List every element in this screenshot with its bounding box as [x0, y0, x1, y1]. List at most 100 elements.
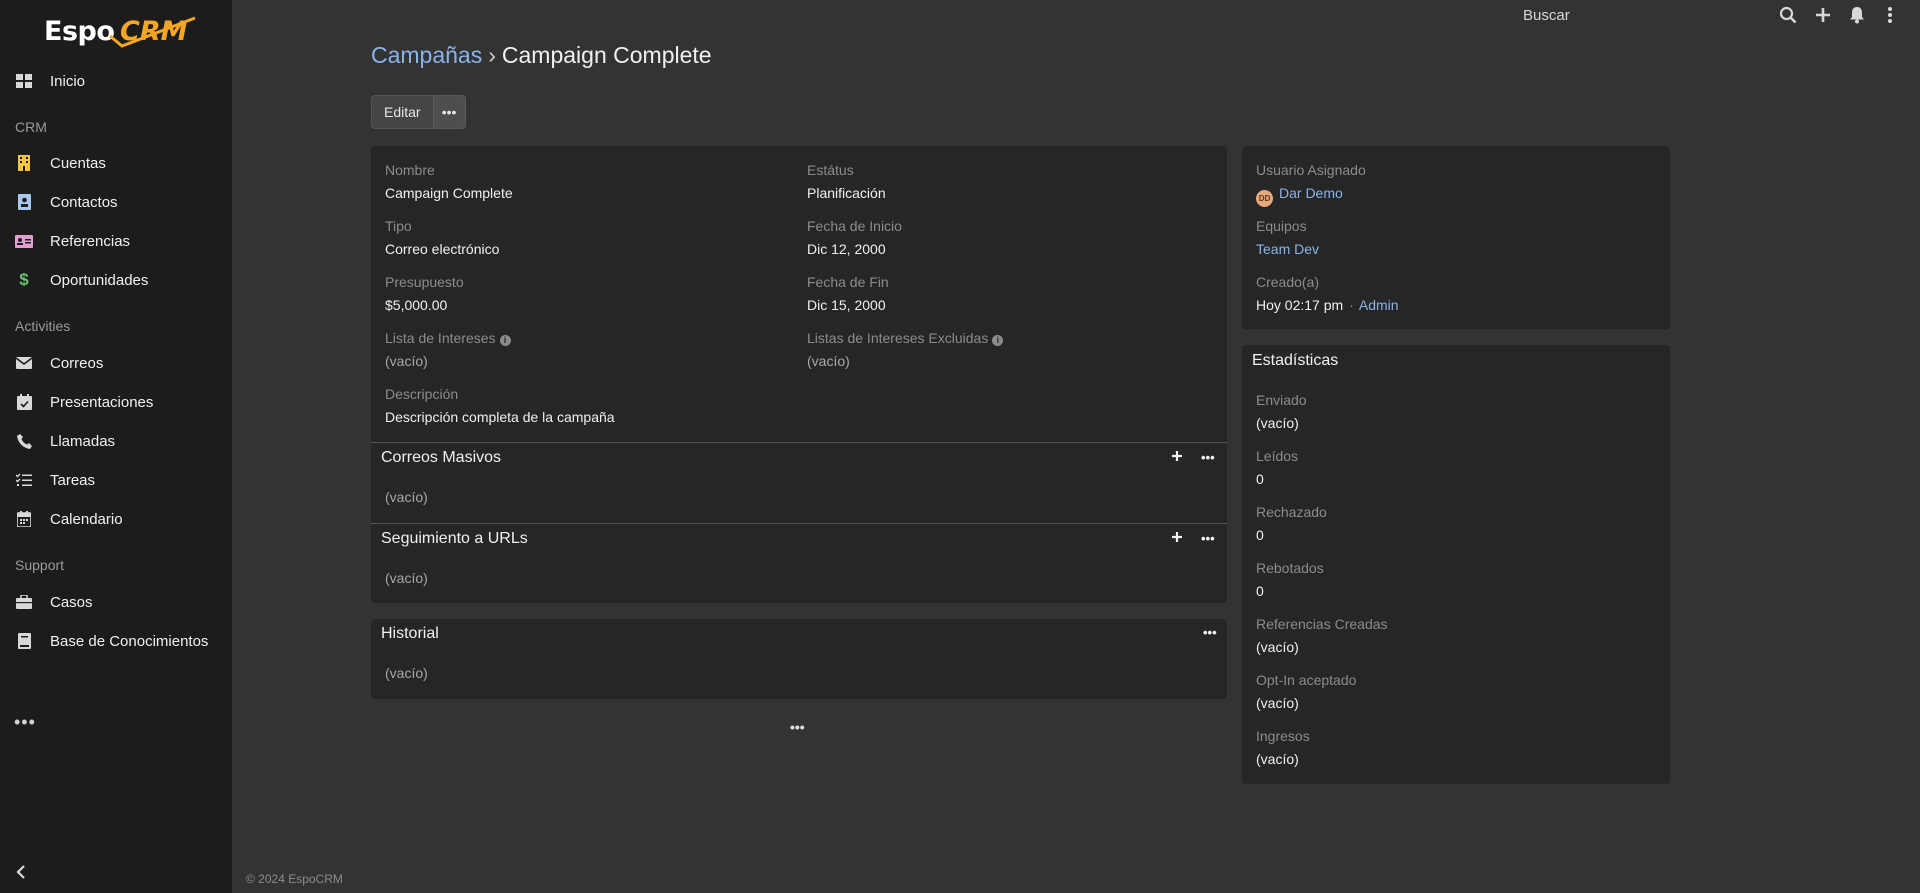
show-more-panels-button[interactable]: •••: [790, 719, 805, 735]
more-actions-button[interactable]: •••: [432, 95, 466, 129]
field-label-fecha-fin: Fecha de Fin: [807, 274, 889, 290]
sidebar-item-casos[interactable]: Casos: [0, 585, 232, 619]
divider: [371, 523, 1227, 524]
sidebar-item-label: Casos: [50, 593, 93, 611]
sidebar-item-base-conocimientos[interactable]: Base de Conocimientos: [0, 624, 232, 658]
tasks-icon: [14, 470, 34, 490]
sidebar-item-label: Base de Conocimientos: [50, 632, 209, 650]
team-link[interactable]: Team Dev: [1256, 241, 1319, 257]
sidebar-item-cuentas[interactable]: Cuentas: [0, 146, 232, 180]
sidebar-item-label: Inicio: [50, 72, 86, 90]
avatar: DD: [1256, 190, 1273, 207]
stat-value-enviado: (vacío): [1256, 415, 1299, 431]
breadcrumb-separator: ›: [488, 42, 496, 68]
calendar-check-icon: [14, 392, 34, 412]
field-label-equipos: Equipos: [1256, 218, 1307, 234]
info-icon[interactable]: i: [499, 335, 511, 346]
historial-empty: (vacío): [385, 665, 428, 681]
plus-icon[interactable]: [1815, 6, 1831, 27]
sidebar-item-calendario[interactable]: Calendario: [0, 502, 232, 536]
field-label-listas-excluidas: Listas de Intereses Excluidas i: [807, 330, 1004, 346]
field-value-tipo: Correo electrónico: [385, 241, 500, 257]
panel-title-correos-masivos: Correos Masivos: [381, 449, 502, 466]
sidebar-more-button[interactable]: •••: [14, 712, 36, 733]
copyright: © 2024 EspoCRM: [246, 872, 343, 886]
sidebar-item-inicio[interactable]: Inicio: [0, 64, 232, 98]
stat-label-rebotados: Rebotados: [1256, 560, 1324, 576]
add-icon[interactable]: [1171, 530, 1183, 546]
divider: [371, 442, 1227, 443]
stat-value-referencias-creadas: (vacío): [1256, 639, 1299, 655]
espocrm-logo[interactable]: Espo CRM: [44, 14, 204, 50]
correos-masivos-empty: (vacío): [385, 489, 428, 505]
field-label-text: Listas de Intereses Excluidas: [807, 330, 989, 346]
panel-actions: •••: [1171, 530, 1215, 546]
sidebar-item-label: Tareas: [50, 471, 96, 489]
field-value-listas-excluidas: (vacío): [807, 353, 850, 369]
collapse-sidebar-icon[interactable]: [16, 864, 26, 883]
field-value-presupuesto: $5,000.00: [385, 297, 448, 313]
logo-swoosh-icon: [109, 16, 196, 48]
historial-panel: Historial ••• (vacío): [371, 619, 1227, 699]
stat-value-leidos: 0: [1256, 471, 1264, 487]
stat-label-ingresos: Ingresos: [1256, 728, 1310, 744]
field-value-descripcion: Descripción completa de la campaña: [385, 409, 615, 425]
building-icon: [14, 153, 34, 173]
nav-group-activities: Activities: [15, 318, 71, 334]
stat-label-leidos: Leídos: [1256, 448, 1299, 464]
sidebar-item-label: Referencias: [50, 232, 131, 250]
bell-icon[interactable]: [1849, 6, 1865, 27]
stats-panel: Estadísticas Enviado (vacío) Leídos 0 Re…: [1242, 345, 1670, 784]
field-label-estatus: Estátus: [807, 162, 854, 178]
sidebar-item-referencias[interactable]: Referencias: [0, 224, 232, 258]
page-title: Campaign Complete: [501, 42, 712, 68]
breadcrumb: Campañas › Campaign Complete: [371, 42, 712, 69]
field-value-fecha-inicio: Dic 12, 2000: [807, 241, 886, 257]
stat-value-rebotados: 0: [1256, 583, 1264, 599]
sidebar-item-label: Llamadas: [50, 432, 116, 450]
assigned-user-link[interactable]: Dar Demo: [1279, 185, 1343, 201]
field-label-creado: Creado(a): [1256, 274, 1320, 290]
add-icon[interactable]: [1171, 449, 1183, 465]
envelope-icon: [14, 353, 34, 373]
stat-label-referencias-creadas: Referencias Creadas: [1256, 616, 1388, 632]
briefcase-icon: [14, 592, 34, 612]
sidebar-item-label: Calendario: [50, 510, 123, 528]
sidebar-item-oportunidades[interactable]: $ Oportunidades: [0, 263, 232, 297]
field-label-descripcion: Descripción: [385, 386, 459, 402]
nav-group-support: Support: [15, 557, 65, 573]
dollar-icon: $: [19, 270, 29, 289]
field-label-fecha-inicio: Fecha de Inicio: [807, 218, 902, 234]
created-by-link[interactable]: Admin: [1359, 297, 1399, 313]
nav-group-crm: CRM: [15, 119, 47, 135]
panel-menu-icon[interactable]: •••: [1201, 531, 1215, 546]
sidebar-item-llamadas[interactable]: Llamadas: [0, 424, 232, 458]
info-icon[interactable]: i: [992, 335, 1004, 346]
search-icon[interactable]: [1779, 6, 1797, 27]
stat-value-opt-in: (vacío): [1256, 695, 1299, 711]
kebab-menu-icon[interactable]: [1887, 6, 1893, 27]
field-value-fecha-fin: Dic 15, 2000: [807, 297, 886, 313]
panel-actions: •••: [1171, 449, 1215, 465]
field-label-presupuesto: Presupuesto: [385, 274, 464, 290]
panel-title-historial: Historial: [381, 625, 439, 642]
side-panel: Usuario Asignado DD Dar Demo Equipos Team…: [1242, 146, 1670, 329]
breadcrumb-campaigns-link[interactable]: Campañas: [371, 42, 482, 68]
stat-label-enviado: Enviado: [1256, 392, 1307, 408]
sidebar-item-label: Cuentas: [50, 154, 106, 172]
separator-dot: ·: [1349, 297, 1354, 313]
global-search-input[interactable]: Buscar: [1523, 7, 1570, 24]
field-label-text: Lista de Intereses: [385, 330, 496, 346]
sidebar-item-label: Contactos: [50, 193, 118, 211]
sidebar-item-tareas[interactable]: Tareas: [0, 463, 232, 497]
sidebar: Espo CRM Inicio CRM Cuentas Contactos Re…: [0, 0, 232, 893]
panel-menu-icon[interactable]: •••: [1203, 625, 1217, 640]
edit-button[interactable]: Editar: [371, 95, 433, 129]
sidebar-item-presentaciones[interactable]: Presentaciones: [0, 385, 232, 419]
contact-card-icon: [14, 192, 34, 212]
panel-menu-icon[interactable]: •••: [1201, 450, 1215, 465]
book-icon: [14, 631, 34, 651]
stat-value-ingresos: (vacío): [1256, 751, 1299, 767]
sidebar-item-contactos[interactable]: Contactos: [0, 185, 232, 219]
sidebar-item-correos[interactable]: Correos: [0, 346, 232, 380]
